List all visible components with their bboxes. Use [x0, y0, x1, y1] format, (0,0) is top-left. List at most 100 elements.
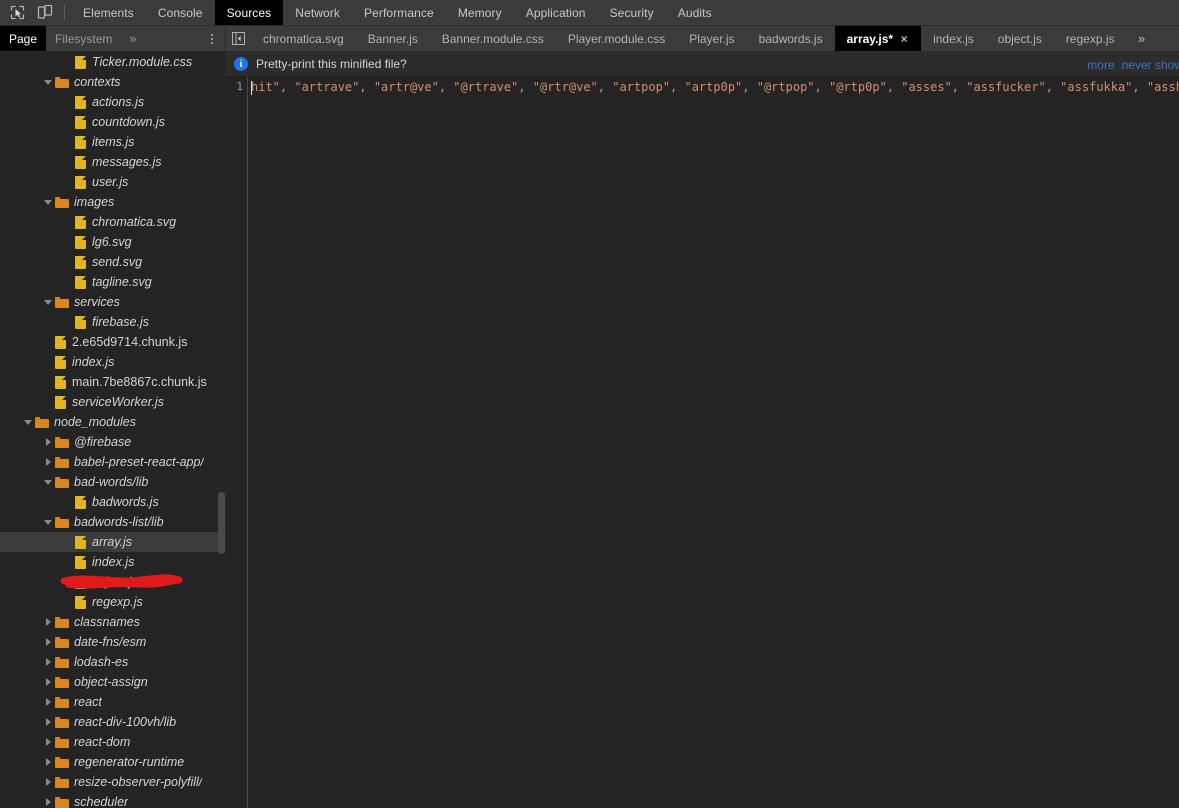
tree-file-row[interactable]: chromatica.svg	[0, 212, 225, 232]
chevron-down-icon[interactable]	[43, 297, 54, 308]
chevron-down-icon[interactable]	[43, 517, 54, 528]
tree-folder-row[interactable]: badwords-list/lib	[0, 512, 225, 532]
editor-tab-chromatica-svg[interactable]: chromatica.svg	[251, 26, 356, 51]
panel-tab-security[interactable]: Security	[598, 0, 666, 25]
tree-file-row[interactable]: tagline.svg	[0, 272, 225, 292]
chevron-right-icon[interactable]	[43, 697, 54, 708]
code-line-text[interactable]: hit", "artrave", "artr@ve", "@rtrave", "…	[248, 77, 1179, 97]
tree-indent-spacer	[0, 602, 63, 603]
tree-file-row[interactable]: lg6.svg	[0, 232, 225, 252]
chevron-right-icon[interactable]	[43, 717, 54, 728]
tree-folder-row[interactable]: date-fns/esm	[0, 632, 225, 652]
editor-tab-badwords-js[interactable]: badwords.js	[747, 26, 835, 51]
panel-tab-sources[interactable]: Sources	[214, 0, 284, 25]
tree-file-row[interactable]: index.js	[0, 352, 225, 372]
chevron-down-icon[interactable]	[23, 417, 34, 428]
editor-tab-object-js[interactable]: object.js	[986, 26, 1054, 51]
tree-file-row[interactable]: actions.js	[0, 92, 225, 112]
editor-tab-overflow-button[interactable]: »	[1127, 26, 1157, 51]
tree-folder-row[interactable]: resize-observer-polyfill/	[0, 772, 225, 792]
chevron-down-icon[interactable]	[43, 77, 54, 88]
tree-folder-row[interactable]: services	[0, 292, 225, 312]
tree-item-label: array.js	[92, 535, 133, 549]
file-icon	[75, 575, 86, 589]
tree-folder-row[interactable]: @firebase	[0, 432, 225, 452]
tree-folder-row[interactable]: lodash-es	[0, 652, 225, 672]
tree-file-row[interactable]: firebase.js	[0, 312, 225, 332]
chevron-right-icon[interactable]	[43, 677, 54, 688]
tree-folder-row[interactable]: bad-words/lib	[0, 472, 225, 492]
editor-tab-player-module-css[interactable]: Player.module.css	[556, 26, 677, 51]
chevron-right-icon[interactable]	[43, 617, 54, 628]
editor-tab-banner-module-css[interactable]: Banner.module.css	[430, 26, 556, 51]
tree-file-row[interactable]: user.js	[0, 172, 225, 192]
chevron-right-icon[interactable]	[43, 637, 54, 648]
editor-tab-array-js-[interactable]: array.js* ×	[834, 26, 922, 51]
tree-folder-row[interactable]: node_modules	[0, 412, 225, 432]
chevron-right-icon[interactable]	[43, 657, 54, 668]
tree-file-row[interactable]: index.js	[0, 552, 225, 572]
tree-folder-row[interactable]: regenerator-runtime	[0, 752, 225, 772]
tab-navigation-collapse-icon[interactable]	[226, 26, 251, 51]
tree-folder-row[interactable]: react-div-100vh/lib	[0, 712, 225, 732]
panel-tab-application[interactable]: Application	[514, 0, 598, 25]
inspect-cursor-icon[interactable]	[4, 1, 30, 25]
tree-folder-row[interactable]: react-dom	[0, 732, 225, 752]
chevron-right-icon[interactable]	[43, 797, 54, 808]
tree-folder-row[interactable]: contexts	[0, 72, 225, 92]
navigator-file-tree-panel[interactable]: Ticker.module.css contexts actions.js count…	[0, 52, 225, 808]
tree-file-row[interactable]: serviceWorker.js	[0, 392, 225, 412]
tree-folder-row[interactable]: object-assign	[0, 672, 225, 692]
tree-folder-row[interactable]: scheduler	[0, 792, 225, 808]
tree-file-row[interactable]: countdown.js	[0, 112, 225, 132]
panel-tab-console[interactable]: Console	[146, 0, 215, 25]
code-line-1[interactable]: 1 hit", "artrave", "artr@ve", "@rtrave",…	[226, 77, 1179, 808]
tree-file-row[interactable]: items.js	[0, 132, 225, 152]
chevron-right-icon[interactable]	[43, 437, 54, 448]
tree-file-row[interactable]: regexp.js	[0, 592, 225, 612]
tree-file-row[interactable]: badwords.js	[0, 492, 225, 512]
folder-icon	[55, 296, 69, 308]
tree-file-row[interactable]: object.js	[0, 572, 225, 592]
tree-file-row[interactable]: array.js	[0, 532, 225, 552]
chevron-down-icon[interactable]	[43, 477, 54, 488]
tree-item-label: serviceWorker.js	[72, 395, 164, 409]
panel-tab-performance[interactable]: Performance	[352, 0, 446, 25]
panel-tab-audits[interactable]: Audits	[666, 0, 724, 25]
chevron-right-icon[interactable]	[43, 737, 54, 748]
editor-tab-regexp-js[interactable]: regexp.js	[1054, 26, 1127, 51]
tree-item-label: firebase.js	[92, 315, 149, 329]
infobar-more-link[interactable]: more	[1087, 58, 1114, 72]
editor-tab-index-js[interactable]: index.js	[921, 26, 986, 51]
navigator-scrollbar[interactable]	[218, 52, 225, 808]
navigator-options-kebab-icon[interactable]	[205, 26, 219, 52]
chevron-down-icon[interactable]	[43, 197, 54, 208]
chevron-right-icon[interactable]	[43, 777, 54, 788]
navigator-more-tabs-button[interactable]: »	[121, 26, 144, 51]
tree-folder-row[interactable]: react	[0, 692, 225, 712]
navigator-tab-page[interactable]: Page	[0, 26, 47, 51]
tree-indent-spacer	[0, 402, 43, 403]
navigator-scrollbar-thumb[interactable]	[218, 492, 225, 554]
panel-tab-network[interactable]: Network	[283, 0, 352, 25]
tree-file-row[interactable]: send.svg	[0, 252, 225, 272]
panel-tab-memory[interactable]: Memory	[446, 0, 514, 25]
tree-folder-row[interactable]: images	[0, 192, 225, 212]
editor-tab-banner-js[interactable]: Banner.js	[356, 26, 430, 51]
tree-folder-row[interactable]: babel-preset-react-app/	[0, 452, 225, 472]
chevron-right-icon[interactable]	[43, 757, 54, 768]
navigator-tab-filesystem[interactable]: Filesystem	[46, 26, 121, 51]
editor-tab-player-js[interactable]: Player.js	[677, 26, 746, 51]
tree-file-row[interactable]: 2.e65d9714.chunk.js	[0, 332, 225, 352]
tree-file-row[interactable]: Ticker.module.css	[0, 52, 225, 72]
chevron-right-icon[interactable]	[43, 457, 54, 468]
tree-folder-row[interactable]: classnames	[0, 612, 225, 632]
code-viewer[interactable]: 1 hit", "artrave", "artr@ve", "@rtrave",…	[226, 77, 1179, 808]
panel-tab-elements[interactable]: Elements	[71, 0, 146, 25]
devtools-main-toolbar: Elements Console Sources Network Performance…	[0, 0, 1179, 26]
tree-file-row[interactable]: main.7be8867c.chunk.js	[0, 372, 225, 392]
infobar-never-show-link[interactable]: never show	[1122, 58, 1179, 72]
device-toolbar-icon[interactable]	[32, 1, 58, 25]
editor-tab-close-icon[interactable]: ×	[899, 33, 909, 45]
tree-file-row[interactable]: messages.js	[0, 152, 225, 172]
